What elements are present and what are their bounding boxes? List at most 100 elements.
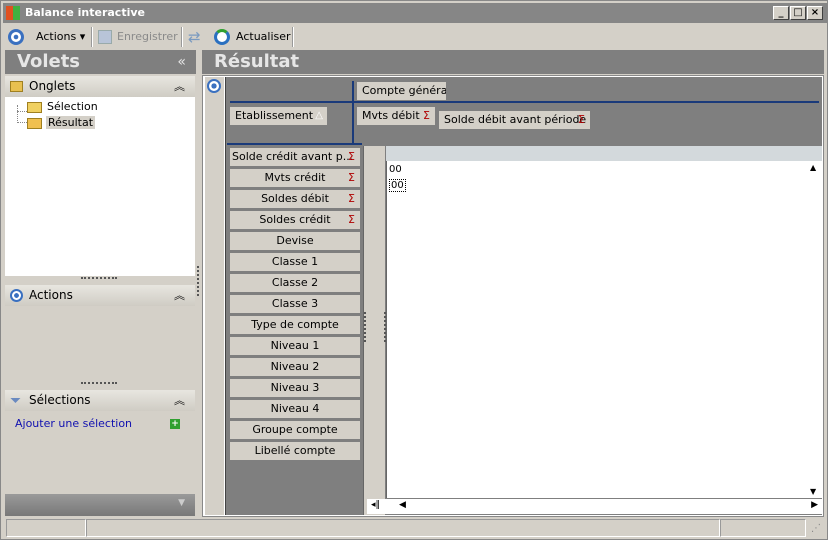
splitter-grip[interactable] — [81, 382, 117, 384]
data-cell[interactable]: 00 — [389, 164, 402, 175]
sort-ascending-icon[interactable]: △ — [315, 107, 323, 125]
vertical-scrollbar[interactable]: ▲ ▼ — [807, 161, 822, 498]
field-label: Soldes crédit — [259, 213, 331, 226]
collapse-chevron-icon[interactable]: ︽ — [174, 390, 185, 411]
minimize-button[interactable]: _ — [773, 6, 789, 20]
scroll-down-icon[interactable]: ▼ — [810, 487, 816, 496]
onglets-section-header[interactable]: Onglets ︽ — [5, 76, 195, 97]
data-field-solde-debit-avant-periode[interactable]: Solde débit avant période Σ — [439, 111, 590, 129]
field-label: Classe 1 — [271, 255, 319, 268]
collapse-chevron-icon[interactable]: ︽ — [174, 76, 185, 97]
sigma-icon: Σ — [423, 109, 430, 122]
open-folder-icon — [27, 118, 42, 129]
field-label: Classe 3 — [271, 297, 319, 310]
horizontal-scrollbar[interactable]: ◂‖ ◀ ▶ — [367, 499, 822, 514]
close-button[interactable]: × — [807, 6, 823, 20]
row-field-item[interactable]: Devise — [230, 232, 360, 250]
add-icon[interactable]: + — [170, 419, 180, 429]
sigma-icon: Σ — [348, 213, 355, 226]
refresh-button[interactable]: Actualiser — [236, 28, 291, 46]
folder-icon — [10, 81, 23, 92]
refresh-icon — [214, 29, 230, 45]
actions-menu-button[interactable]: Actions ▾ — [36, 28, 85, 46]
onglets-label: Onglets — [29, 79, 76, 93]
target-icon — [10, 289, 23, 302]
scroll-up-icon[interactable]: ▲ — [810, 163, 816, 172]
field-label: Solde crédit avant p... — [232, 150, 354, 163]
field-label: Mvts crédit — [264, 171, 326, 184]
separator — [292, 27, 294, 47]
data-column-header — [386, 146, 822, 161]
row-field-item[interactable]: Type de compte — [230, 316, 360, 334]
row-field-item[interactable]: Groupe compte — [230, 421, 360, 439]
separator — [91, 27, 93, 47]
collapse-chevron-icon[interactable]: ︽ — [174, 285, 185, 306]
actions-section-header[interactable]: Actions ︽ — [5, 285, 195, 306]
row-field-item[interactable]: Niveau 3 — [230, 379, 360, 397]
row-field-item[interactable]: Niveau 4 — [230, 400, 360, 418]
tree-item-label: Sélection — [47, 100, 98, 113]
field-label: Niveau 4 — [270, 402, 320, 415]
save-button[interactable]: Enregistrer — [117, 28, 178, 46]
row-field-item[interactable]: Libellé compte — [230, 442, 360, 460]
data-cell[interactable]: 00 — [389, 179, 406, 192]
tree-item-selection[interactable]: Sélection — [27, 99, 98, 115]
row-field-item[interactable]: Classe 2 — [230, 274, 360, 292]
field-label: Niveau 3 — [270, 381, 320, 394]
row-field-item[interactable]: Niveau 2 — [230, 358, 360, 376]
row-field-item[interactable]: Soldes crédit Σ — [230, 211, 360, 229]
pivot-divider — [227, 143, 362, 145]
target-icon — [8, 29, 24, 45]
folder-icon — [27, 102, 42, 113]
panes-title: Volets — [17, 51, 81, 72]
toolbar: Actions ▾ Enregistrer ⇄ Actualiser — [3, 25, 827, 49]
tree-line — [17, 111, 27, 112]
splitter-handle-icon[interactable]: ◂‖ — [371, 500, 380, 510]
resize-grip-icon[interactable]: ⋰ — [811, 523, 821, 534]
row-field-item[interactable]: Niveau 1 — [230, 337, 360, 355]
row-field-item[interactable]: Solde crédit avant p... Σ — [230, 148, 360, 166]
splitter-grip[interactable] — [81, 277, 117, 279]
filter-icon: ⏷ — [10, 393, 22, 409]
vertical-splitter[interactable] — [197, 266, 199, 296]
field-label: Solde débit avant période — [444, 113, 587, 126]
data-field-mvts-debit[interactable]: Mvts débit Σ — [357, 107, 435, 125]
maximize-button[interactable]: □ — [790, 6, 806, 20]
tree-item-resultat[interactable]: Résultat — [27, 115, 96, 131]
field-label: Niveau 1 — [270, 339, 320, 352]
collapse-panes-button[interactable]: « — [177, 50, 186, 74]
separator — [181, 27, 183, 47]
dropdown-arrow-icon: ▾ — [79, 30, 86, 43]
sigma-icon: Σ — [348, 192, 355, 205]
splitter-grip[interactable] — [364, 312, 366, 342]
selections-section-header[interactable]: ⏷ Sélections ︽ — [5, 390, 195, 411]
target-icon — [207, 79, 221, 93]
panes-header: Volets « — [5, 50, 196, 74]
row-field-item[interactable]: Soldes débit Σ — [230, 190, 360, 208]
result-title: Résultat — [214, 51, 300, 72]
tree-item-label: Résultat — [46, 116, 96, 129]
row-header-field-etablissement[interactable]: Etablissement △ — [230, 107, 327, 125]
sigma-icon: Σ — [348, 171, 355, 184]
scroll-left-icon[interactable]: ◀ — [399, 500, 406, 510]
field-label: Type de compte — [251, 318, 339, 331]
actions-label: Actions — [36, 30, 77, 43]
tree-line — [17, 105, 27, 123]
column-field-compte-general[interactable]: Compte général — [357, 82, 446, 100]
row-field-item[interactable]: Classe 1 — [230, 253, 360, 271]
result-header: Résultat — [202, 50, 824, 74]
actions-section-label: Actions — [29, 288, 73, 302]
row-field-item[interactable]: Classe 3 — [230, 295, 360, 313]
save-icon — [98, 30, 112, 44]
add-selection-link[interactable]: Ajouter une sélection — [15, 417, 132, 430]
dropdown-arrow-icon[interactable]: ▼ — [178, 498, 185, 508]
scroll-right-icon[interactable]: ▶ — [811, 500, 818, 510]
app-window: Balance interactive _ □ × Actions ▾ Enre… — [0, 0, 828, 540]
selections-label: Sélections — [29, 393, 91, 407]
panes-footer: ▼ — [5, 494, 195, 516]
status-panel — [6, 519, 86, 537]
pivot-divider — [230, 101, 819, 103]
row-field-item[interactable]: Mvts crédit Σ — [230, 169, 360, 187]
result-icon-column — [205, 77, 224, 515]
field-label: Devise — [276, 234, 314, 247]
